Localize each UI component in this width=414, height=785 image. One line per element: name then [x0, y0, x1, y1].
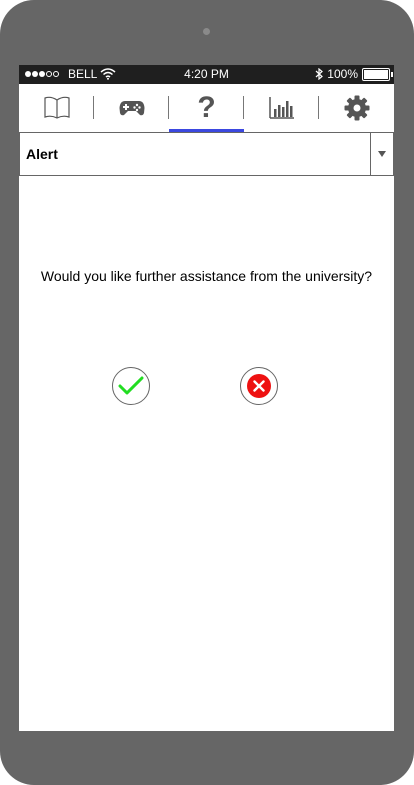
phone-screen: BELL 4:20 PM 100% ? Alert Would you like… — [19, 65, 394, 731]
phone-frame: BELL 4:20 PM 100% ? Alert Would you like… — [0, 0, 414, 785]
gamepad-icon — [119, 101, 144, 116]
question-mark-icon: ? — [197, 91, 216, 124]
book-icon — [43, 96, 70, 119]
bar-chart-icon — [268, 97, 294, 119]
tab-book[interactable] — [19, 84, 94, 132]
tab-help[interactable]: ? — [169, 84, 244, 132]
chevron-down-icon — [378, 151, 386, 157]
gear-icon — [344, 95, 369, 121]
assistance-question: Would you like further assistance from t… — [40, 268, 373, 284]
battery-level — [364, 69, 388, 79]
cancel-button[interactable] — [240, 367, 278, 405]
confirm-button[interactable] — [112, 367, 150, 405]
dropdown-toggle-button[interactable] — [370, 133, 393, 175]
tab-bar: ? — [19, 84, 394, 133]
tab-games[interactable] — [94, 84, 169, 132]
checkmark-icon — [118, 376, 144, 395]
tab-settings[interactable] — [319, 84, 394, 132]
bluetooth-icon — [315, 68, 324, 80]
dropdown-selected-value: Alert — [26, 146, 58, 162]
tab-stats[interactable] — [244, 84, 319, 132]
battery-tip — [391, 71, 393, 77]
status-right: 100% — [315, 67, 393, 81]
battery-icon — [362, 67, 393, 81]
alert-dropdown[interactable]: Alert — [19, 132, 394, 176]
close-icon — [247, 374, 271, 398]
camera-dot — [203, 28, 210, 35]
status-bar: BELL 4:20 PM 100% — [19, 65, 394, 84]
battery-percent: 100% — [327, 67, 358, 81]
